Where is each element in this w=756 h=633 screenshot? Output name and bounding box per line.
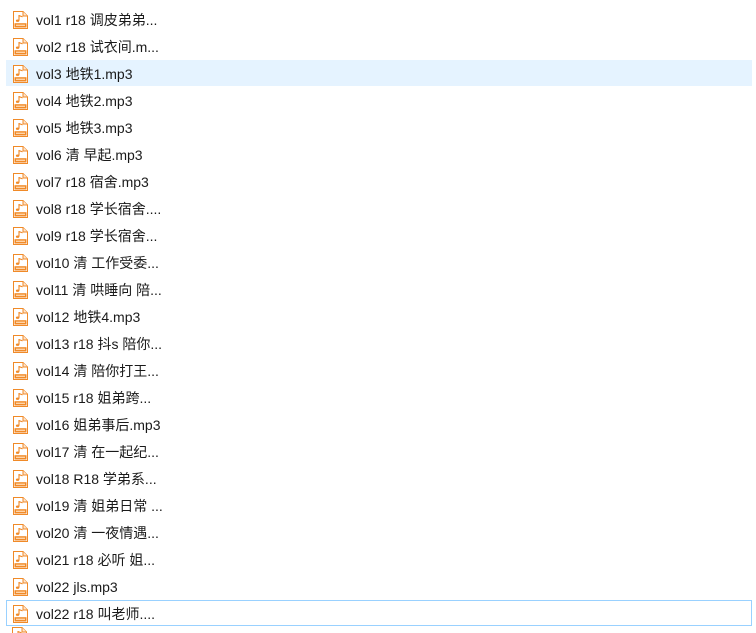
mp3-file-icon — [12, 65, 29, 83]
file-name-label: vol8 r18 学长宿舍.... — [36, 201, 162, 217]
file-name-label: vol12 地铁4.mp3 — [36, 309, 141, 325]
list-item[interactable]: vol20 清 一夜情遇... — [6, 519, 752, 545]
file-name-label: vol9 r18 学长宿舍... — [36, 228, 158, 244]
file-name-label: vol22 r18 叫老师.... — [36, 606, 156, 622]
list-item[interactable]: vol5 地铁3.mp3 — [6, 114, 752, 140]
file-name-label: vol1 r18 调皮弟弟... — [36, 12, 158, 28]
file-name-label: vol18 R18 学弟系... — [36, 471, 157, 487]
list-item[interactable]: vol16 姐弟事后.mp3 — [6, 411, 752, 437]
mp3-file-icon — [12, 119, 29, 137]
clipped-list-item — [6, 627, 752, 633]
mp3-file-icon — [12, 308, 29, 326]
list-item[interactable]: vol15 r18 姐弟跨... — [6, 384, 752, 410]
list-item[interactable]: vol17 清 在一起纪... — [6, 438, 752, 464]
list-item[interactable]: vol9 r18 学长宿舍... — [6, 222, 752, 248]
file-name-label: vol22 jls.mp3 — [36, 579, 118, 595]
file-name-label: vol6 清 早起.mp3 — [36, 147, 143, 163]
list-item[interactable]: vol13 r18 抖s 陪你... — [6, 330, 752, 356]
file-name-label: vol15 r18 姐弟跨... — [36, 390, 152, 406]
mp3-file-icon — [12, 200, 29, 218]
mp3-file-icon — [12, 551, 29, 569]
file-name-label: vol20 清 一夜情遇... — [36, 525, 159, 541]
mp3-file-icon — [11, 627, 28, 633]
mp3-file-icon — [12, 389, 29, 407]
list-item[interactable]: vol2 r18 试衣间.m... — [6, 33, 752, 59]
mp3-file-icon — [12, 416, 29, 434]
file-name-label: vol2 r18 试衣间.m... — [36, 39, 159, 55]
file-name-label: vol19 清 姐弟日常 ... — [36, 498, 163, 514]
mp3-file-icon — [12, 335, 29, 353]
mp3-file-icon — [12, 497, 29, 515]
mp3-file-icon — [12, 146, 29, 164]
file-name-label: vol3 地铁1.mp3 — [36, 66, 133, 82]
file-name-label: vol21 r18 必听 姐... — [36, 552, 156, 568]
list-item[interactable]: vol22 jls.mp3 — [6, 573, 752, 599]
mp3-file-icon — [12, 227, 29, 245]
mp3-file-icon — [12, 281, 29, 299]
file-name-label: vol5 地铁3.mp3 — [36, 120, 133, 136]
mp3-file-icon — [12, 38, 29, 56]
mp3-file-icon — [12, 11, 29, 29]
mp3-file-icon — [12, 362, 29, 380]
list-item[interactable]: vol8 r18 学长宿舍.... — [6, 195, 752, 221]
file-name-label: vol13 r18 抖s 陪你... — [36, 336, 163, 352]
list-item[interactable]: vol14 清 陪你打王... — [6, 357, 752, 383]
file-name-label: vol16 姐弟事后.mp3 — [36, 417, 161, 433]
list-item[interactable]: vol4 地铁2.mp3 — [6, 87, 752, 113]
list-item[interactable]: vol21 r18 必听 姐... — [6, 546, 752, 572]
mp3-file-icon — [12, 524, 29, 542]
mp3-file-icon — [12, 578, 29, 596]
list-item[interactable]: vol6 清 早起.mp3 — [6, 141, 752, 167]
list-item[interactable]: vol18 R18 学弟系... — [6, 465, 752, 491]
list-item[interactable]: vol19 清 姐弟日常 ... — [6, 492, 752, 518]
file-name-label: vol4 地铁2.mp3 — [36, 93, 133, 109]
list-item[interactable]: vol3 地铁1.mp3 — [6, 60, 752, 86]
list-item[interactable]: vol11 清 哄睡向 陪... — [6, 276, 752, 302]
file-name-label: vol10 清 工作受委... — [36, 255, 159, 271]
file-name-label: vol14 清 陪你打王... — [36, 363, 159, 379]
mp3-file-icon — [12, 254, 29, 272]
list-item[interactable]: vol10 清 工作受委... — [6, 249, 752, 275]
file-name-label: vol11 清 哄睡向 陪... — [36, 282, 162, 298]
list-item[interactable]: vol7 r18 宿舍.mp3 — [6, 168, 752, 194]
file-name-label: vol7 r18 宿舍.mp3 — [36, 174, 149, 190]
list-item[interactable]: vol1 r18 调皮弟弟... — [6, 6, 752, 32]
mp3-file-icon — [12, 173, 29, 191]
file-name-label: vol17 清 在一起纪... — [36, 444, 159, 460]
list-item[interactable]: vol12 地铁4.mp3 — [6, 303, 752, 329]
mp3-file-icon — [12, 470, 29, 488]
file-list: vol1 r18 调皮弟弟... vol2 r18 试衣间.m... vol3 地铁… — [6, 6, 752, 633]
mp3-file-icon — [12, 92, 29, 110]
list-item[interactable]: vol22 r18 叫老师.... — [6, 600, 752, 626]
mp3-file-icon — [12, 443, 29, 461]
mp3-file-icon — [12, 605, 29, 623]
